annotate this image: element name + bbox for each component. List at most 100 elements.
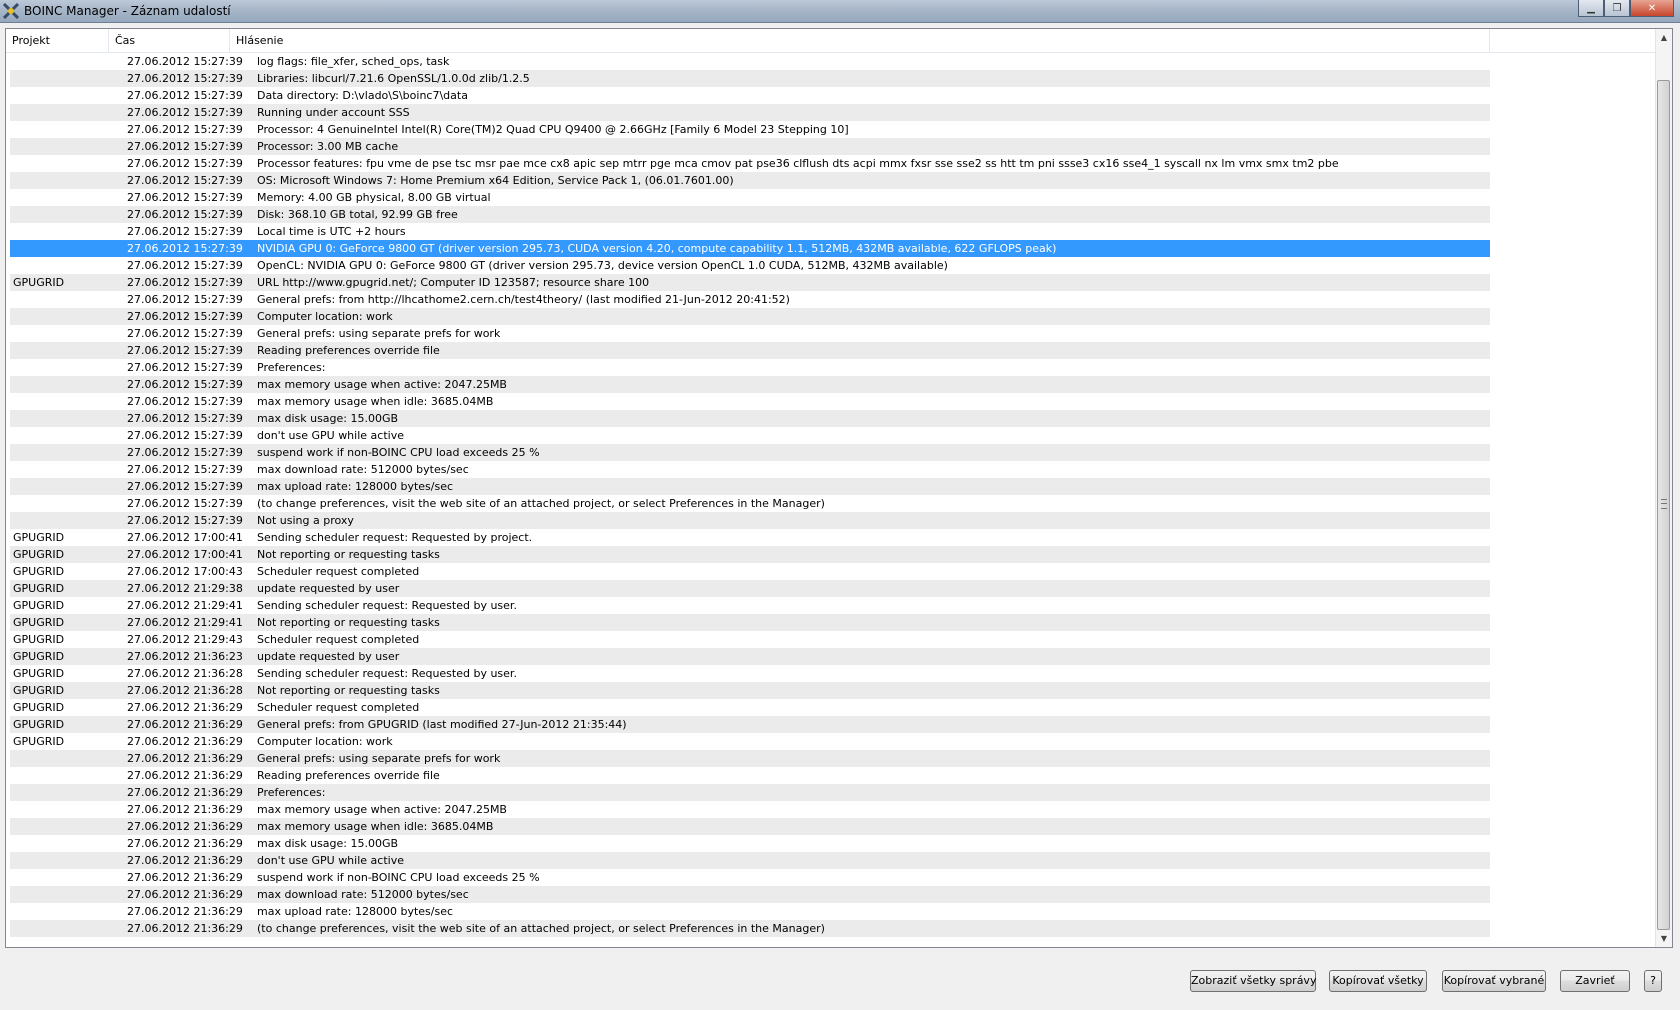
log-message-cell: max upload rate: 128000 bytes/sec [257, 905, 454, 918]
log-row[interactable]: 27.06.2012 15:27:39 Processor: 4 GenuineI… [10, 121, 1490, 138]
log-row[interactable]: 27.06.2012 15:27:39 max disk usage: 15.00… [10, 410, 1490, 427]
maximize-icon[interactable]: ❐ [1604, 0, 1630, 17]
column-header-project[interactable]: Projekt [6, 29, 109, 52]
scroll-down-icon[interactable]: ▼ [1656, 930, 1672, 947]
log-project-cell [13, 410, 113, 427]
log-row[interactable]: 27.06.2012 15:27:39 NVIDIA GPU 0: GeForce… [10, 240, 1490, 257]
log-row[interactable]: 27.06.2012 21:36:29 (to change preference… [10, 920, 1490, 937]
log-message-cell: max memory usage when idle: 3685.04MB [257, 395, 494, 408]
scrollbar-grip-icon [1661, 499, 1667, 509]
column-header-message[interactable]: Hlásenie [230, 29, 1490, 52]
log-row[interactable]: GPUGRID 27.06.2012 21:29:38 update request… [10, 580, 1490, 597]
log-row[interactable]: 27.06.2012 15:27:39 General prefs: using … [10, 325, 1490, 342]
log-row[interactable]: GPUGRID 27.06.2012 21:36:28 Not reporting … [10, 682, 1490, 699]
log-row[interactable]: GPUGRID 27.06.2012 21:36:29 Scheduler requ… [10, 699, 1490, 716]
log-message-cell: max download rate: 512000 bytes/sec [257, 888, 469, 901]
log-project-cell [13, 172, 113, 189]
event-log-list[interactable]: Projekt Čas Hlásenie 27.06.2012 15:27:39… [5, 28, 1673, 948]
log-row[interactable]: GPUGRID 27.06.2012 15:27:39 URL http://www… [10, 274, 1490, 291]
log-project-cell [13, 835, 113, 852]
log-row[interactable]: 27.06.2012 21:36:29 max disk usage: 15.00… [10, 835, 1490, 852]
log-project-cell: GPUGRID [13, 616, 65, 629]
log-row[interactable]: GPUGRID 27.06.2012 21:36:28 Sending schedu… [10, 665, 1490, 682]
scrollbar-thumb[interactable] [1657, 80, 1670, 930]
log-row[interactable]: GPUGRID 27.06.2012 21:29:41 Sending schedu… [10, 597, 1490, 614]
log-time-cell: 27.06.2012 21:36:29 [127, 752, 243, 765]
copy-selected-button[interactable]: Kopírovať vybrané [1442, 970, 1546, 992]
log-row[interactable]: 27.06.2012 21:36:29 max upload rate: 1280… [10, 903, 1490, 920]
log-row[interactable]: 27.06.2012 15:27:39 max upload rate: 1280… [10, 478, 1490, 495]
log-time-cell: 27.06.2012 21:36:29 [127, 786, 243, 799]
log-row[interactable]: 27.06.2012 21:36:29 max download rate: 51… [10, 886, 1490, 903]
log-message-cell: max download rate: 512000 bytes/sec [257, 463, 469, 476]
minimize-icon[interactable]: ▁ [1578, 0, 1604, 17]
log-row[interactable]: 27.06.2012 15:27:39 Reading preferences o… [10, 342, 1490, 359]
log-row[interactable]: 27.06.2012 15:27:39 Preferences: [10, 359, 1490, 376]
log-project-cell [13, 240, 113, 257]
log-row[interactable]: 27.06.2012 15:27:39 max memory usage when… [10, 393, 1490, 410]
log-message-cell: Not reporting or requesting tasks [257, 684, 440, 697]
log-row[interactable]: 27.06.2012 21:36:29 max memory usage when… [10, 818, 1490, 835]
log-time-cell: 27.06.2012 15:27:39 [127, 174, 243, 187]
log-row[interactable]: GPUGRID 27.06.2012 17:00:43 Scheduler requ… [10, 563, 1490, 580]
log-row[interactable]: 27.06.2012 15:27:39 Processor features: f… [10, 155, 1490, 172]
log-row[interactable]: 27.06.2012 15:27:39 Data directory: D:\vl… [10, 87, 1490, 104]
log-row[interactable]: GPUGRID 27.06.2012 17:00:41 Sending schedu… [10, 529, 1490, 546]
close-button[interactable]: Zavrieť [1560, 970, 1630, 992]
log-message-cell: Preferences: [257, 786, 326, 799]
vertical-scrollbar[interactable]: ▲ ▼ [1655, 29, 1672, 947]
log-row[interactable]: 27.06.2012 15:27:39 Libraries: libcurl/7.… [10, 70, 1490, 87]
log-row[interactable]: GPUGRID 27.06.2012 21:36:23 update request… [10, 648, 1490, 665]
log-row[interactable]: GPUGRID 27.06.2012 21:36:29 General prefs:… [10, 716, 1490, 733]
log-row[interactable]: 27.06.2012 21:36:29 Preferences: [10, 784, 1490, 801]
log-row[interactable]: 27.06.2012 15:27:39 Processor: 3.00 MB ca… [10, 138, 1490, 155]
copy-all-button[interactable]: Kopírovať všetky [1329, 970, 1427, 992]
log-row[interactable]: 27.06.2012 21:36:29 suspend work if non-B… [10, 869, 1490, 886]
log-row[interactable]: 27.06.2012 15:27:39 OS: Microsoft Windows… [10, 172, 1490, 189]
scroll-up-icon[interactable]: ▲ [1656, 29, 1672, 46]
log-project-cell [13, 325, 113, 342]
log-project-cell [13, 189, 113, 206]
log-row[interactable]: 27.06.2012 21:36:29 Reading preferences o… [10, 767, 1490, 784]
log-row[interactable]: 27.06.2012 15:27:39 don't use GPU while a… [10, 427, 1490, 444]
log-row[interactable]: GPUGRID 27.06.2012 21:36:29 Computer locat… [10, 733, 1490, 750]
log-time-cell: 27.06.2012 15:27:39 [127, 310, 243, 323]
log-row[interactable]: 27.06.2012 15:27:39 max memory usage when… [10, 376, 1490, 393]
log-row[interactable]: 27.06.2012 15:27:39 Memory: 4.00 GB physi… [10, 189, 1490, 206]
log-row[interactable]: 27.06.2012 15:27:39 Running under account… [10, 104, 1490, 121]
log-time-cell: 27.06.2012 15:27:39 [127, 225, 243, 238]
log-row[interactable]: GPUGRID 27.06.2012 21:29:41 Not reporting … [10, 614, 1490, 631]
log-message-cell: Not using a proxy [257, 514, 354, 527]
log-message-cell: max upload rate: 128000 bytes/sec [257, 480, 454, 493]
log-row[interactable]: GPUGRID 27.06.2012 21:29:43 Scheduler requ… [10, 631, 1490, 648]
log-row[interactable]: 27.06.2012 15:27:39 max download rate: 51… [10, 461, 1490, 478]
log-row[interactable]: 27.06.2012 21:36:29 General prefs: using … [10, 750, 1490, 767]
help-button[interactable]: ? [1644, 970, 1662, 992]
log-message-cell: Local time is UTC +2 hours [257, 225, 406, 238]
log-row[interactable]: 27.06.2012 15:27:39 (to change preference… [10, 495, 1490, 512]
log-message-cell: Reading preferences override file [257, 769, 440, 782]
log-row[interactable]: 27.06.2012 15:27:39 General prefs: from h… [10, 291, 1490, 308]
log-project-cell: GPUGRID [13, 735, 65, 748]
log-row[interactable]: 27.06.2012 15:27:39 log flags: file_xfer,… [10, 53, 1490, 70]
log-row[interactable]: 27.06.2012 15:27:39 OpenCL: NVIDIA GPU 0:… [10, 257, 1490, 274]
log-time-cell: 27.06.2012 15:27:39 [127, 140, 243, 153]
log-row[interactable]: 27.06.2012 15:27:39 Disk: 368.10 GB total… [10, 206, 1490, 223]
log-time-cell: 27.06.2012 21:36:29 [127, 735, 243, 748]
close-window-icon[interactable]: ✕ [1630, 0, 1674, 17]
log-project-cell [13, 70, 113, 87]
log-message-cell: update requested by user [257, 582, 400, 595]
log-row[interactable]: 27.06.2012 15:27:39 suspend work if non-B… [10, 444, 1490, 461]
log-row[interactable]: 27.06.2012 15:27:39 Local time is UTC +2 … [10, 223, 1490, 240]
log-message-cell: Libraries: libcurl/7.21.6 OpenSSL/1.0.0d… [257, 72, 530, 85]
log-row[interactable]: 27.06.2012 21:36:29 max memory usage when… [10, 801, 1490, 818]
log-row[interactable]: 27.06.2012 21:36:29 don't use GPU while a… [10, 852, 1490, 869]
log-row[interactable]: GPUGRID 27.06.2012 17:00:41 Not reporting … [10, 546, 1490, 563]
boinc-logo-icon [3, 3, 19, 19]
log-row[interactable]: 27.06.2012 15:27:39 Computer location: wo… [10, 308, 1490, 325]
log-project-cell [13, 767, 113, 784]
show-all-messages-button[interactable]: Zobraziť všetky správy [1190, 970, 1316, 992]
log-row[interactable]: 27.06.2012 15:27:39 Not using a proxy [10, 512, 1490, 529]
column-header-time[interactable]: Čas [109, 29, 230, 52]
log-project-cell: GPUGRID [13, 548, 65, 561]
